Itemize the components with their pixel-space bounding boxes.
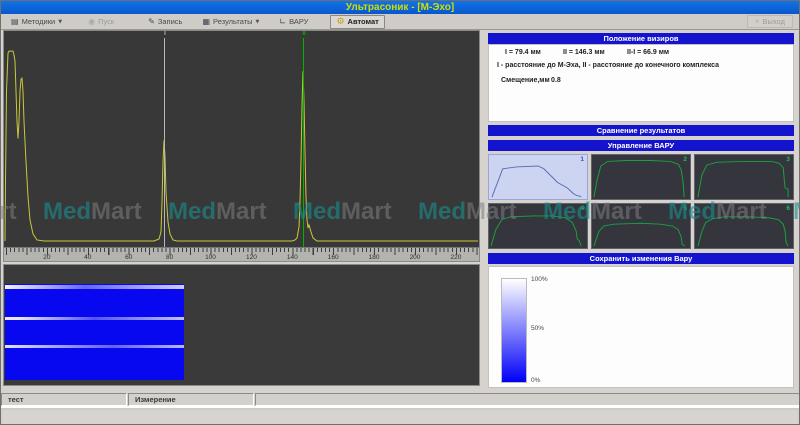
window-title: Ультрасоник - [М-Эхо] xyxy=(345,2,455,13)
measure-ii: II = 146.3 мм xyxy=(563,49,605,56)
start-icon: ◉ xyxy=(88,16,96,26)
auto-button[interactable]: ⚙ Автомат xyxy=(330,14,385,29)
mmode-image xyxy=(5,284,184,380)
methods-button[interactable]: ▤ Методики ▼ xyxy=(5,15,68,29)
varu-curve-1 xyxy=(491,165,582,198)
status-bar: тест Измерение xyxy=(1,393,799,406)
exit-button[interactable]: × Выход xyxy=(746,15,793,28)
measure-i: I = 79.4 мм xyxy=(505,49,541,56)
measure-diff: II-I = 66.9 мм xyxy=(627,49,670,56)
varu-curve-thumb-2[interactable]: 2 xyxy=(591,154,691,200)
methods-label: Методики xyxy=(21,17,56,26)
ruler: 20 40 60 80 100 120 140 160 180 200 220 xyxy=(4,247,479,261)
thumb-number: 5 xyxy=(683,205,687,212)
thumb-number: 3 xyxy=(786,156,790,163)
thumb-number: 2 xyxy=(683,156,687,163)
start-label: Пуск xyxy=(98,17,115,26)
ruler-tick-label: 80 xyxy=(165,254,174,261)
varu-curve-thumb-5[interactable]: 5 xyxy=(591,203,691,249)
varu-curve-thumb-6[interactable]: 6 xyxy=(694,203,794,249)
right-panel: Положение визиров I = 79.4 мм II = 146.3… xyxy=(485,30,799,391)
thumb-number: 4 xyxy=(580,205,584,212)
cursor-ii-line[interactable] xyxy=(303,38,304,247)
gradient-label-100: 100% xyxy=(531,276,548,283)
start-button[interactable]: ◉ Пуск xyxy=(82,15,120,29)
ruler-tick-label: 200 xyxy=(409,254,421,261)
results-icon: ▦ xyxy=(202,16,211,26)
echo-trace xyxy=(4,50,478,242)
status-cell-mode: Измерение xyxy=(128,393,254,406)
ruler-major-ticks xyxy=(6,248,479,255)
thumb-number: 1 xyxy=(580,156,584,163)
record-icon: ✎ xyxy=(148,16,155,26)
varu-curve-3 xyxy=(697,160,789,198)
ruler-tick-label: 140 xyxy=(286,254,298,261)
app-window: Ультрасоник - [М-Эхо] ▤ Методики ▼ ◉ Пус… xyxy=(0,0,800,425)
offset-label: Смещение,мм xyxy=(501,77,550,84)
varu-label: ВАРУ xyxy=(289,17,309,26)
cursor-i-line[interactable] xyxy=(164,38,165,247)
gear-icon: ⚙ xyxy=(336,16,345,27)
varu-curve-5 xyxy=(593,222,686,247)
waveform-plot[interactable]: I II xyxy=(4,31,479,247)
mmode-panel xyxy=(3,264,480,386)
compare-results-button[interactable]: Сравнение результатов xyxy=(488,125,794,136)
results-label: Результаты xyxy=(213,17,253,26)
status-cell-test: тест xyxy=(1,393,127,406)
varu-curve-thumb-3[interactable]: 3 xyxy=(694,154,794,200)
chevron-down-icon: ▼ xyxy=(58,18,63,25)
varu-curve-2 xyxy=(593,160,685,198)
save-varu-button[interactable]: Сохранить изменения Вару xyxy=(488,253,794,264)
varu-curve-thumb-1[interactable]: 1 xyxy=(488,154,588,200)
gain-legend-box: 100% 50% 0% xyxy=(488,266,794,388)
ruler-tick-label: 20 xyxy=(43,254,51,261)
title-bar: Ультрасоник - [М-Эхо] xyxy=(1,1,799,14)
chevron-down-icon: ▼ xyxy=(255,18,260,25)
gradient-label-50: 50% xyxy=(531,325,545,332)
exit-label: Выход xyxy=(762,17,785,26)
auto-label: Автомат xyxy=(347,17,379,26)
record-button[interactable]: ✎ Запись xyxy=(142,15,188,29)
varu-icon: ∟ xyxy=(279,16,287,26)
cursor-ii-label: II xyxy=(302,31,306,37)
ruler-tick-label: 120 xyxy=(245,254,257,261)
ruler-tick-label: 220 xyxy=(450,254,462,261)
methods-icon: ▤ xyxy=(11,16,19,26)
close-icon: × xyxy=(754,17,760,26)
varu-curve-6 xyxy=(697,216,789,247)
toolbar: ▤ Методики ▼ ◉ Пуск ✎ Запись ▦ Результат… xyxy=(1,14,799,30)
ruler-tick-label: 100 xyxy=(205,254,216,261)
varu-button[interactable]: ∟ ВАРУ xyxy=(273,15,314,29)
results-button[interactable]: ▦ Результаты ▼ xyxy=(196,15,265,29)
ruler-tick-label: 40 xyxy=(84,254,92,261)
varu-control-header: Управление ВАРУ xyxy=(488,140,794,151)
ruler-tick-label: 60 xyxy=(125,254,133,261)
offset-value: 0.8 xyxy=(551,77,561,84)
gradient-label-0: 0% xyxy=(531,377,541,384)
cursor-i-label: I xyxy=(164,31,166,37)
status-cell-empty xyxy=(255,393,799,406)
varu-curve-thumb-4[interactable]: 4 xyxy=(488,203,588,249)
gain-gradient-bar xyxy=(501,278,527,383)
measurements-box: I = 79.4 мм II = 146.3 мм II-I = 66.9 мм… xyxy=(488,44,794,122)
visors-header: Положение визиров xyxy=(488,33,794,44)
ruler-tick-label: 180 xyxy=(368,254,380,261)
thumb-number: 6 xyxy=(786,205,790,212)
waveform-panel[interactable]: I II 20 40 60 80 100 120 140 160 180 200 220 xyxy=(3,30,480,262)
record-label: Запись xyxy=(157,17,183,26)
varu-curve-4 xyxy=(490,215,582,247)
ruler-tick-label: 160 xyxy=(327,254,339,261)
measure-note: I - расстояние до М-Эха, II - расстояние… xyxy=(497,62,720,69)
bottom-bar xyxy=(1,406,799,424)
